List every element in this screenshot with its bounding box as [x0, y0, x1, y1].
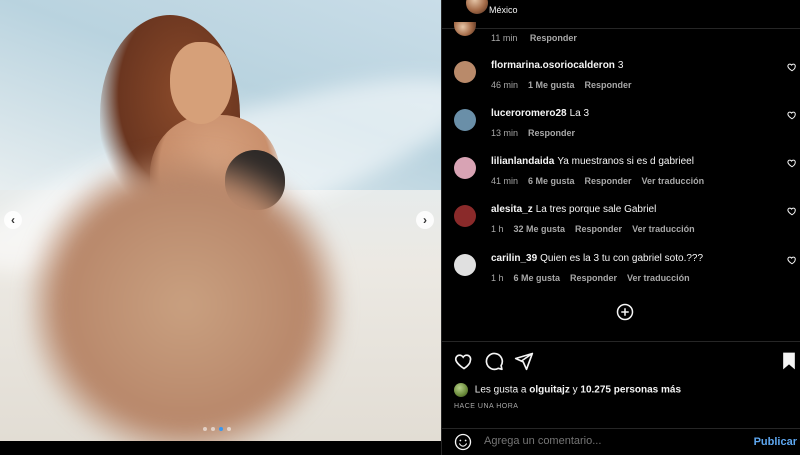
comment-meta: 13 min Responder	[491, 128, 585, 138]
comment-time: 1 h	[491, 224, 504, 234]
woman-face	[170, 42, 232, 124]
comment-body: 3	[617, 60, 624, 71]
comment-username[interactable]: alesita_z	[491, 204, 533, 215]
blurred-hand	[25, 150, 345, 441]
comment-text: carilin_39 Quien es la 3 tu con gabriel s…	[491, 253, 703, 264]
comment-row: carilin_39 Quien es la 3 tu con gabriel s…	[454, 253, 799, 297]
comment-translate-button[interactable]: Ver traducción	[632, 224, 695, 234]
first-comment-avatar[interactable]	[454, 22, 476, 36]
comment-icon[interactable]	[484, 351, 504, 371]
author-avatar[interactable]	[466, 0, 488, 14]
commenter-avatar[interactable]	[454, 157, 476, 179]
commenter-avatar[interactable]	[454, 109, 476, 131]
comment-body: Ya muestranos si es d gabrieel	[557, 156, 694, 167]
comment-input[interactable]	[484, 435, 734, 447]
post-location[interactable]: México	[489, 5, 518, 15]
comment-meta: 46 min 1 Me gusta Responder	[491, 80, 642, 90]
first-comment-reply-button[interactable]: Responder	[530, 33, 577, 43]
comment-text: luceroromero28 La 3	[491, 108, 589, 119]
comment-text: alesita_z La tres porque sale Gabriel	[491, 204, 656, 215]
bookmark-icon[interactable]	[779, 351, 799, 371]
commenter-avatar[interactable]	[454, 205, 476, 227]
heart-icon[interactable]	[454, 351, 474, 371]
likes-summary: Les gusta a olguitajz y 10.275 personas …	[454, 383, 681, 397]
publish-button[interactable]: Publicar	[754, 436, 797, 448]
comment-text: lilianlandaida Ya muestranos si es d gabr…	[491, 156, 694, 167]
comment-time: 46 min	[491, 80, 519, 90]
comments-panel: México 11 min Responder flormarina.osori…	[441, 0, 800, 455]
comment-translate-button[interactable]: Ver traducción	[627, 273, 690, 283]
comment-reply-button[interactable]: Responder	[585, 176, 632, 186]
comment-reply-button[interactable]: Responder	[570, 273, 617, 283]
carousel-dot	[227, 427, 231, 431]
post-time-ago: HACE UNA HORA	[454, 403, 519, 410]
comment-username[interactable]: luceroromero28	[491, 108, 567, 119]
comment-time: 13 min	[491, 128, 519, 138]
plus-circle-icon[interactable]	[616, 303, 634, 321]
comment-row: lilianlandaida Ya muestranos si es d gabr…	[454, 156, 799, 200]
actions-divider	[442, 341, 800, 342]
comment-body: Quien es la 3 tu con gabriel soto.???	[540, 253, 704, 264]
comment-row: alesita_z La tres porque sale Gabriel 1 h 3…	[454, 204, 799, 248]
comment-row: luceroromero28 La 3 13 min Responder	[454, 108, 799, 152]
carousel-next-button[interactable]: ›	[416, 211, 434, 229]
post-header: México	[454, 0, 799, 28]
first-comment-meta: 11 min Responder	[491, 33, 587, 43]
comment-likes[interactable]: 6 Me gusta	[528, 176, 575, 186]
share-icon[interactable]	[514, 351, 534, 371]
comment-likes[interactable]: 6 Me gusta	[514, 273, 561, 283]
comment-reply-button[interactable]: Responder	[528, 128, 575, 138]
comment-heart-icon[interactable]	[787, 62, 797, 72]
comment-heart-icon[interactable]	[787, 255, 797, 265]
comment-reply-button[interactable]: Responder	[575, 224, 622, 234]
comment-meta: 1 h 6 Me gusta Responder Ver traducción	[491, 273, 700, 283]
likes-others[interactable]: 10.275 personas más	[580, 385, 681, 396]
liker-avatar[interactable]	[454, 383, 468, 397]
commenter-avatar[interactable]	[454, 254, 476, 276]
header-divider	[442, 28, 800, 29]
comment-username[interactable]: flormarina.osoriocalderon	[491, 60, 615, 71]
emoji-icon[interactable]	[454, 433, 472, 451]
comment-text: flormarina.osoriocalderon 3	[491, 60, 623, 71]
carousel-prev-button[interactable]: ‹	[4, 211, 22, 229]
comment-username[interactable]: lilianlandaida	[491, 156, 554, 167]
post-actions	[454, 351, 799, 373]
comment-body: La tres porque sale Gabriel	[535, 204, 657, 215]
comment-username[interactable]: carilin_39	[491, 253, 537, 264]
comment-meta: 41 min 6 Me gusta Responder Ver traducción	[491, 176, 714, 186]
likes-user[interactable]: olguitajz	[529, 385, 570, 396]
likes-joiner: y	[572, 384, 578, 396]
comment-heart-icon[interactable]	[787, 206, 797, 216]
comment-body: La 3	[569, 108, 590, 119]
comment-heart-icon[interactable]	[787, 158, 797, 168]
first-comment-time: 11 min	[491, 33, 518, 43]
post-image[interactable]: ‹ ›	[0, 0, 441, 441]
comment-translate-button[interactable]: Ver traducción	[642, 176, 705, 186]
comment-time: 1 h	[491, 273, 504, 283]
carousel-dot	[211, 427, 215, 431]
add-comment-bar: Publicar	[442, 429, 800, 455]
comment-likes[interactable]: 32 Me gusta	[514, 224, 566, 234]
carousel-dot	[219, 427, 223, 431]
comment-likes[interactable]: 1 Me gusta	[528, 80, 575, 90]
carousel-dots	[203, 427, 231, 431]
comment-heart-icon[interactable]	[787, 110, 797, 120]
carousel-dot	[203, 427, 207, 431]
likes-prefix: Les gusta a	[474, 384, 527, 396]
comment-row: flormarina.osoriocalderon 3 46 min 1 Me gus…	[454, 60, 799, 104]
comment-meta: 1 h 32 Me gusta Responder Ver traducción	[491, 224, 705, 234]
commenter-avatar[interactable]	[454, 61, 476, 83]
comment-time: 41 min	[491, 176, 519, 186]
comment-reply-button[interactable]: Responder	[585, 80, 632, 90]
